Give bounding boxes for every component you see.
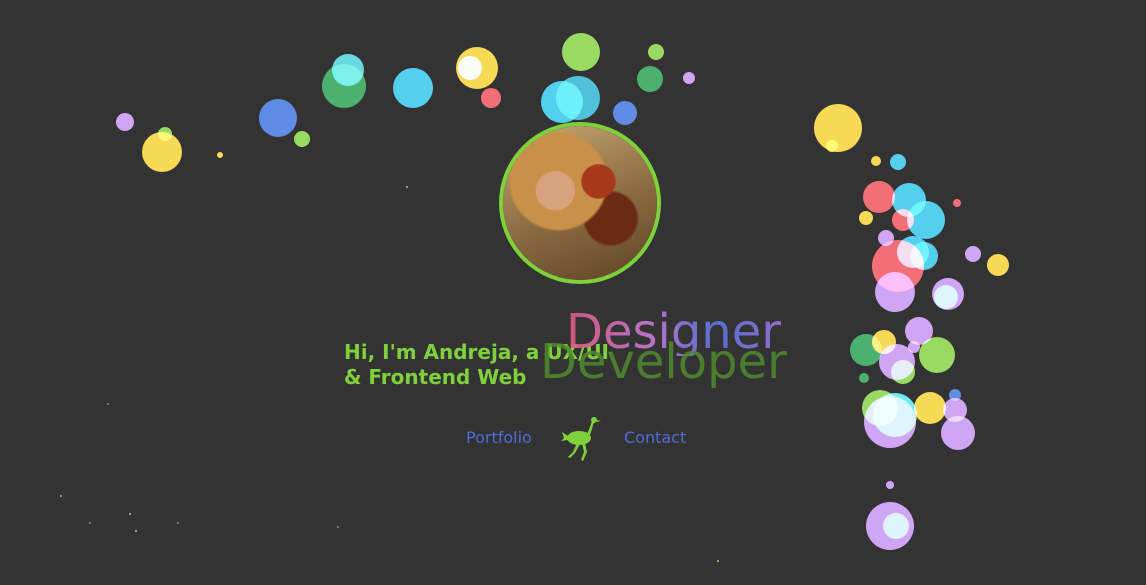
bubble-23 bbox=[863, 181, 895, 213]
bubble-2 bbox=[158, 127, 172, 141]
bubble-35 bbox=[875, 272, 915, 312]
bubble-8 bbox=[393, 68, 433, 108]
bubble-10 bbox=[458, 56, 482, 80]
profile-photo bbox=[503, 126, 657, 280]
star-dot-6 bbox=[129, 513, 131, 515]
bubble-19 bbox=[814, 104, 862, 152]
star-dot-0 bbox=[406, 186, 408, 188]
bubble-22 bbox=[890, 154, 906, 170]
role-word-developer: Developer bbox=[540, 334, 787, 390]
bubble-3 bbox=[217, 152, 223, 158]
bubble-50 bbox=[914, 392, 946, 424]
bubble-30 bbox=[987, 254, 1009, 276]
role-words: Designer Developer bbox=[540, 308, 840, 398]
bubble-45 bbox=[891, 360, 915, 384]
main-nav: Portfolio Contact bbox=[0, 417, 1146, 466]
star-dot-8 bbox=[717, 560, 719, 562]
star-dot-1 bbox=[107, 403, 109, 405]
bubble-27 bbox=[892, 209, 914, 231]
bubble-39 bbox=[919, 337, 955, 373]
star-dot-3 bbox=[89, 522, 91, 524]
bubble-13 bbox=[556, 76, 600, 120]
bubble-14 bbox=[562, 33, 600, 71]
bubble-15 bbox=[613, 101, 637, 125]
bubble-4 bbox=[259, 99, 297, 137]
bubble-43 bbox=[908, 341, 920, 353]
star-dot-5 bbox=[177, 522, 179, 524]
bubble-0 bbox=[116, 113, 134, 131]
bubble-17 bbox=[648, 44, 664, 60]
bubble-5 bbox=[294, 131, 310, 147]
bubble-background bbox=[60, 33, 1009, 562]
bubble-55 bbox=[883, 513, 909, 539]
bubble-44 bbox=[859, 373, 869, 383]
bubble-37 bbox=[934, 285, 958, 309]
bubble-53 bbox=[886, 481, 894, 489]
bubble-20 bbox=[826, 140, 838, 152]
bubble-34 bbox=[910, 242, 938, 270]
bubble-16 bbox=[637, 66, 663, 92]
contact-link[interactable]: Contact bbox=[624, 428, 686, 447]
bubble-7 bbox=[332, 54, 364, 86]
ostrich-logo-icon[interactable] bbox=[560, 416, 602, 462]
bubble-11 bbox=[481, 88, 501, 108]
star-dot-7 bbox=[337, 526, 339, 528]
portfolio-link[interactable]: Portfolio bbox=[466, 428, 532, 447]
bubble-24 bbox=[859, 211, 873, 225]
bubble-18 bbox=[683, 72, 695, 84]
star-dot-2 bbox=[60, 495, 62, 497]
star-dot-4 bbox=[135, 530, 137, 532]
bubble-29 bbox=[953, 199, 961, 207]
bubble-21 bbox=[871, 156, 881, 166]
profile-avatar bbox=[499, 122, 661, 284]
bubble-31 bbox=[965, 246, 981, 262]
